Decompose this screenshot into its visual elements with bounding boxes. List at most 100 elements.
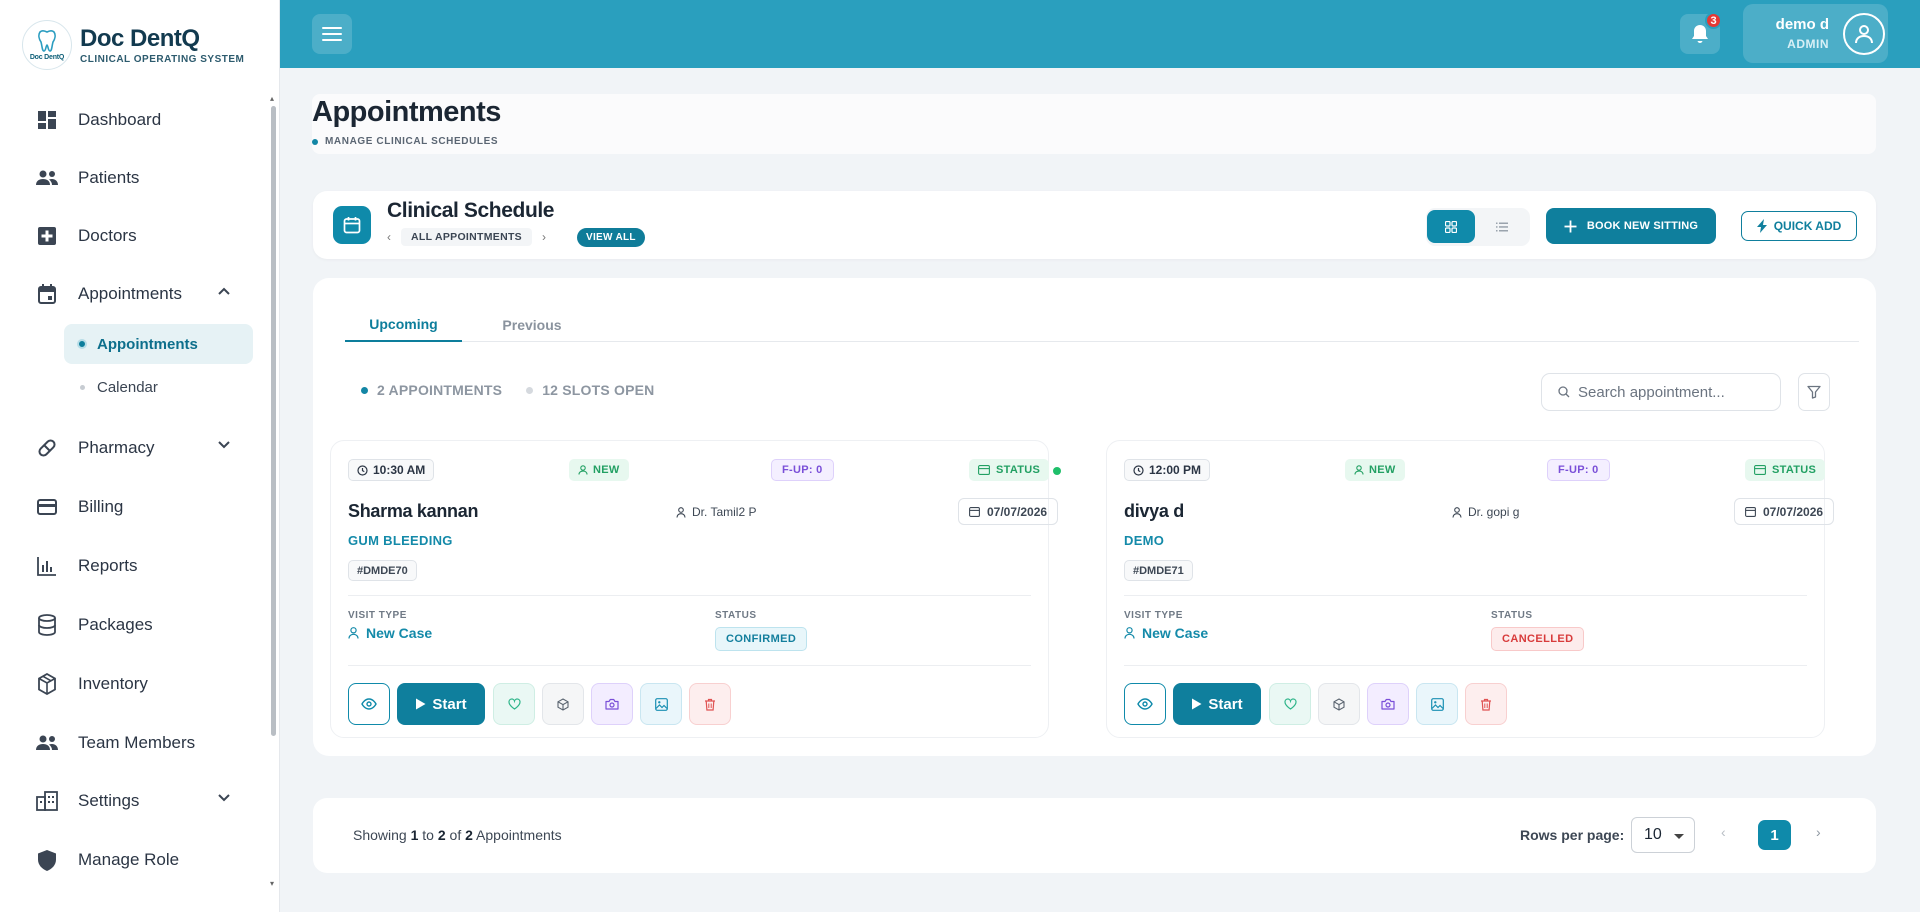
scroll-up-arrow[interactable]: ▴ bbox=[270, 94, 274, 103]
new-label: NEW bbox=[593, 464, 620, 476]
brand-subtitle: CLINICAL OPERATING SYSTEM bbox=[80, 53, 245, 65]
inactive-dot bbox=[80, 384, 85, 390]
stat-dot bbox=[526, 386, 534, 394]
sidebar: Doc DentQ Doc DentQ CLINICAL OPERATING S… bbox=[0, 0, 280, 912]
delete-button[interactable] bbox=[1465, 683, 1507, 725]
sidebar-item-team-members[interactable]: Team Members bbox=[36, 723, 246, 763]
chevron-up-icon bbox=[218, 287, 230, 295]
appointments-count: 2 APPOINTMENTS bbox=[377, 382, 503, 398]
sidebar-item-dashboard[interactable]: Dashboard bbox=[36, 100, 246, 140]
appointment-id: #DMDE70 bbox=[348, 560, 417, 581]
brand-title: Doc DentQ bbox=[80, 24, 200, 52]
sidebar-item-billing[interactable]: Billing bbox=[36, 487, 246, 527]
view-button[interactable] bbox=[1124, 683, 1166, 725]
sidebar-item-packages[interactable]: Packages bbox=[36, 605, 246, 645]
divider bbox=[1124, 595, 1807, 596]
notification-badge: 3 bbox=[1705, 12, 1722, 29]
brand-logo: Doc DentQ bbox=[22, 20, 72, 70]
rows-per-page-label: Rows per page: bbox=[1520, 827, 1625, 843]
list-view-button[interactable] bbox=[1478, 210, 1526, 243]
tab-upcoming[interactable]: Upcoming bbox=[345, 308, 462, 342]
showing-suffix: Appointments bbox=[476, 827, 562, 843]
tooth-icon bbox=[38, 30, 56, 52]
scroll-thumb[interactable] bbox=[271, 106, 276, 736]
sidebar-item-manage-role[interactable]: Manage Role bbox=[36, 840, 246, 880]
filter-button[interactable] bbox=[1798, 373, 1830, 411]
sidebar-item-inventory[interactable]: Inventory bbox=[36, 664, 246, 704]
pill-icon bbox=[36, 437, 58, 459]
time-chip: 10:30 AM bbox=[348, 459, 435, 481]
user-icon bbox=[1354, 465, 1364, 475]
status-chip[interactable]: STATUS bbox=[1745, 459, 1826, 481]
package-button[interactable] bbox=[1318, 683, 1360, 725]
quick-add-button[interactable]: QUICK ADD bbox=[1741, 211, 1857, 241]
showing-to-word: to bbox=[422, 827, 434, 843]
page-header: Appointments MANAGE CLINICAL SCHEDULES bbox=[312, 94, 1876, 154]
rows-per-page-select[interactable]: 10 bbox=[1631, 817, 1695, 853]
grid-view-button[interactable] bbox=[1427, 210, 1475, 243]
sidebar-item-doctors[interactable]: Doctors bbox=[36, 216, 246, 256]
visit-type-value: New Case bbox=[366, 625, 433, 641]
list-icon bbox=[1496, 222, 1508, 231]
sidebar-item-label: Settings bbox=[78, 791, 140, 810]
sidebar-scrollbar[interactable]: ▴ ▾ bbox=[270, 94, 277, 888]
follow-up-badge: F-UP: 0 bbox=[771, 459, 834, 481]
tab-previous[interactable]: Previous bbox=[473, 308, 591, 342]
package-button[interactable] bbox=[542, 683, 584, 725]
sidebar-item-patients[interactable]: Patients bbox=[36, 158, 246, 198]
sidebar-item-settings[interactable]: Settings bbox=[36, 781, 246, 821]
showing-text: Showing 1 to 2 of 2 Appointments bbox=[353, 827, 562, 843]
clock-icon bbox=[357, 464, 368, 476]
rows-per-page-value: 10 bbox=[1644, 826, 1662, 843]
image-icon bbox=[1430, 697, 1444, 711]
user-icon bbox=[676, 506, 686, 518]
grid-icon bbox=[1445, 220, 1457, 233]
brand[interactable]: Doc DentQ Doc DentQ CLINICAL OPERATING S… bbox=[22, 20, 244, 70]
notifications-button[interactable]: 3 bbox=[1680, 12, 1722, 54]
start-button[interactable]: Start bbox=[397, 683, 485, 725]
image-button[interactable] bbox=[1416, 683, 1458, 725]
menu-button[interactable] bbox=[312, 14, 352, 54]
sidebar-subitem-label: Calendar bbox=[97, 378, 158, 396]
camera-button[interactable] bbox=[591, 683, 633, 725]
dashboard-icon bbox=[36, 109, 58, 131]
sidebar-item-appointments[interactable]: Appointments bbox=[36, 274, 246, 314]
user-name: demo d bbox=[1775, 16, 1829, 33]
topbar: 3 demo d ADMIN bbox=[280, 0, 1920, 68]
scroll-down-arrow[interactable]: ▾ bbox=[270, 879, 274, 888]
avatar[interactable] bbox=[1843, 13, 1885, 55]
appointments-panel: Upcoming Previous 2 APPOINTMENTS 12 SLOT… bbox=[313, 278, 1876, 756]
page-number-button[interactable]: 1 bbox=[1758, 820, 1791, 850]
date-chip: 07/07/2026 bbox=[1734, 498, 1835, 525]
user-menu[interactable]: demo d ADMIN bbox=[1743, 4, 1888, 63]
sidebar-subitem-calendar[interactable]: Calendar bbox=[64, 367, 158, 407]
view-all-button[interactable]: VIEW ALL bbox=[577, 228, 645, 247]
caret-down-icon bbox=[1674, 834, 1684, 839]
book-new-sitting-button[interactable]: BOOK NEW SITTING bbox=[1546, 208, 1716, 244]
eye-icon bbox=[1137, 698, 1153, 710]
prev-page-button[interactable]: ‹ bbox=[1721, 824, 1726, 840]
appointment-card[interactable]: 12:00 PM NEW F-UP: 0 STATUS divya d Dr. … bbox=[1106, 440, 1835, 738]
new-label: NEW bbox=[1369, 464, 1396, 476]
next-arrow-icon[interactable]: › bbox=[542, 230, 546, 244]
search-input[interactable] bbox=[1578, 383, 1768, 401]
next-page-button[interactable]: › bbox=[1816, 824, 1821, 840]
sidebar-item-pharmacy[interactable]: Pharmacy bbox=[36, 428, 246, 468]
start-button[interactable]: Start bbox=[1173, 683, 1261, 725]
favorite-button[interactable] bbox=[493, 683, 535, 725]
favorite-button[interactable] bbox=[1269, 683, 1311, 725]
view-button[interactable] bbox=[348, 683, 390, 725]
visit-type-label: VISIT TYPE bbox=[1124, 610, 1183, 621]
camera-button[interactable] bbox=[1367, 683, 1409, 725]
visit-type: New Case bbox=[348, 625, 432, 641]
sidebar-subitem-appointments[interactable]: Appointments bbox=[64, 324, 253, 364]
appointment-reason: GUM BLEEDING bbox=[348, 533, 453, 548]
delete-button[interactable] bbox=[689, 683, 731, 725]
prev-arrow-icon[interactable]: ‹ bbox=[387, 230, 391, 244]
subtitle-dot bbox=[312, 139, 318, 145]
appointment-card[interactable]: 10:30 AM NEW F-UP: 0 STATUS Sharma kanna… bbox=[330, 440, 1061, 738]
sidebar-item-reports[interactable]: Reports bbox=[36, 546, 246, 586]
image-button[interactable] bbox=[640, 683, 682, 725]
status-chip[interactable]: STATUS bbox=[969, 459, 1050, 481]
slots-open-count: 12 SLOTS OPEN bbox=[542, 382, 655, 398]
